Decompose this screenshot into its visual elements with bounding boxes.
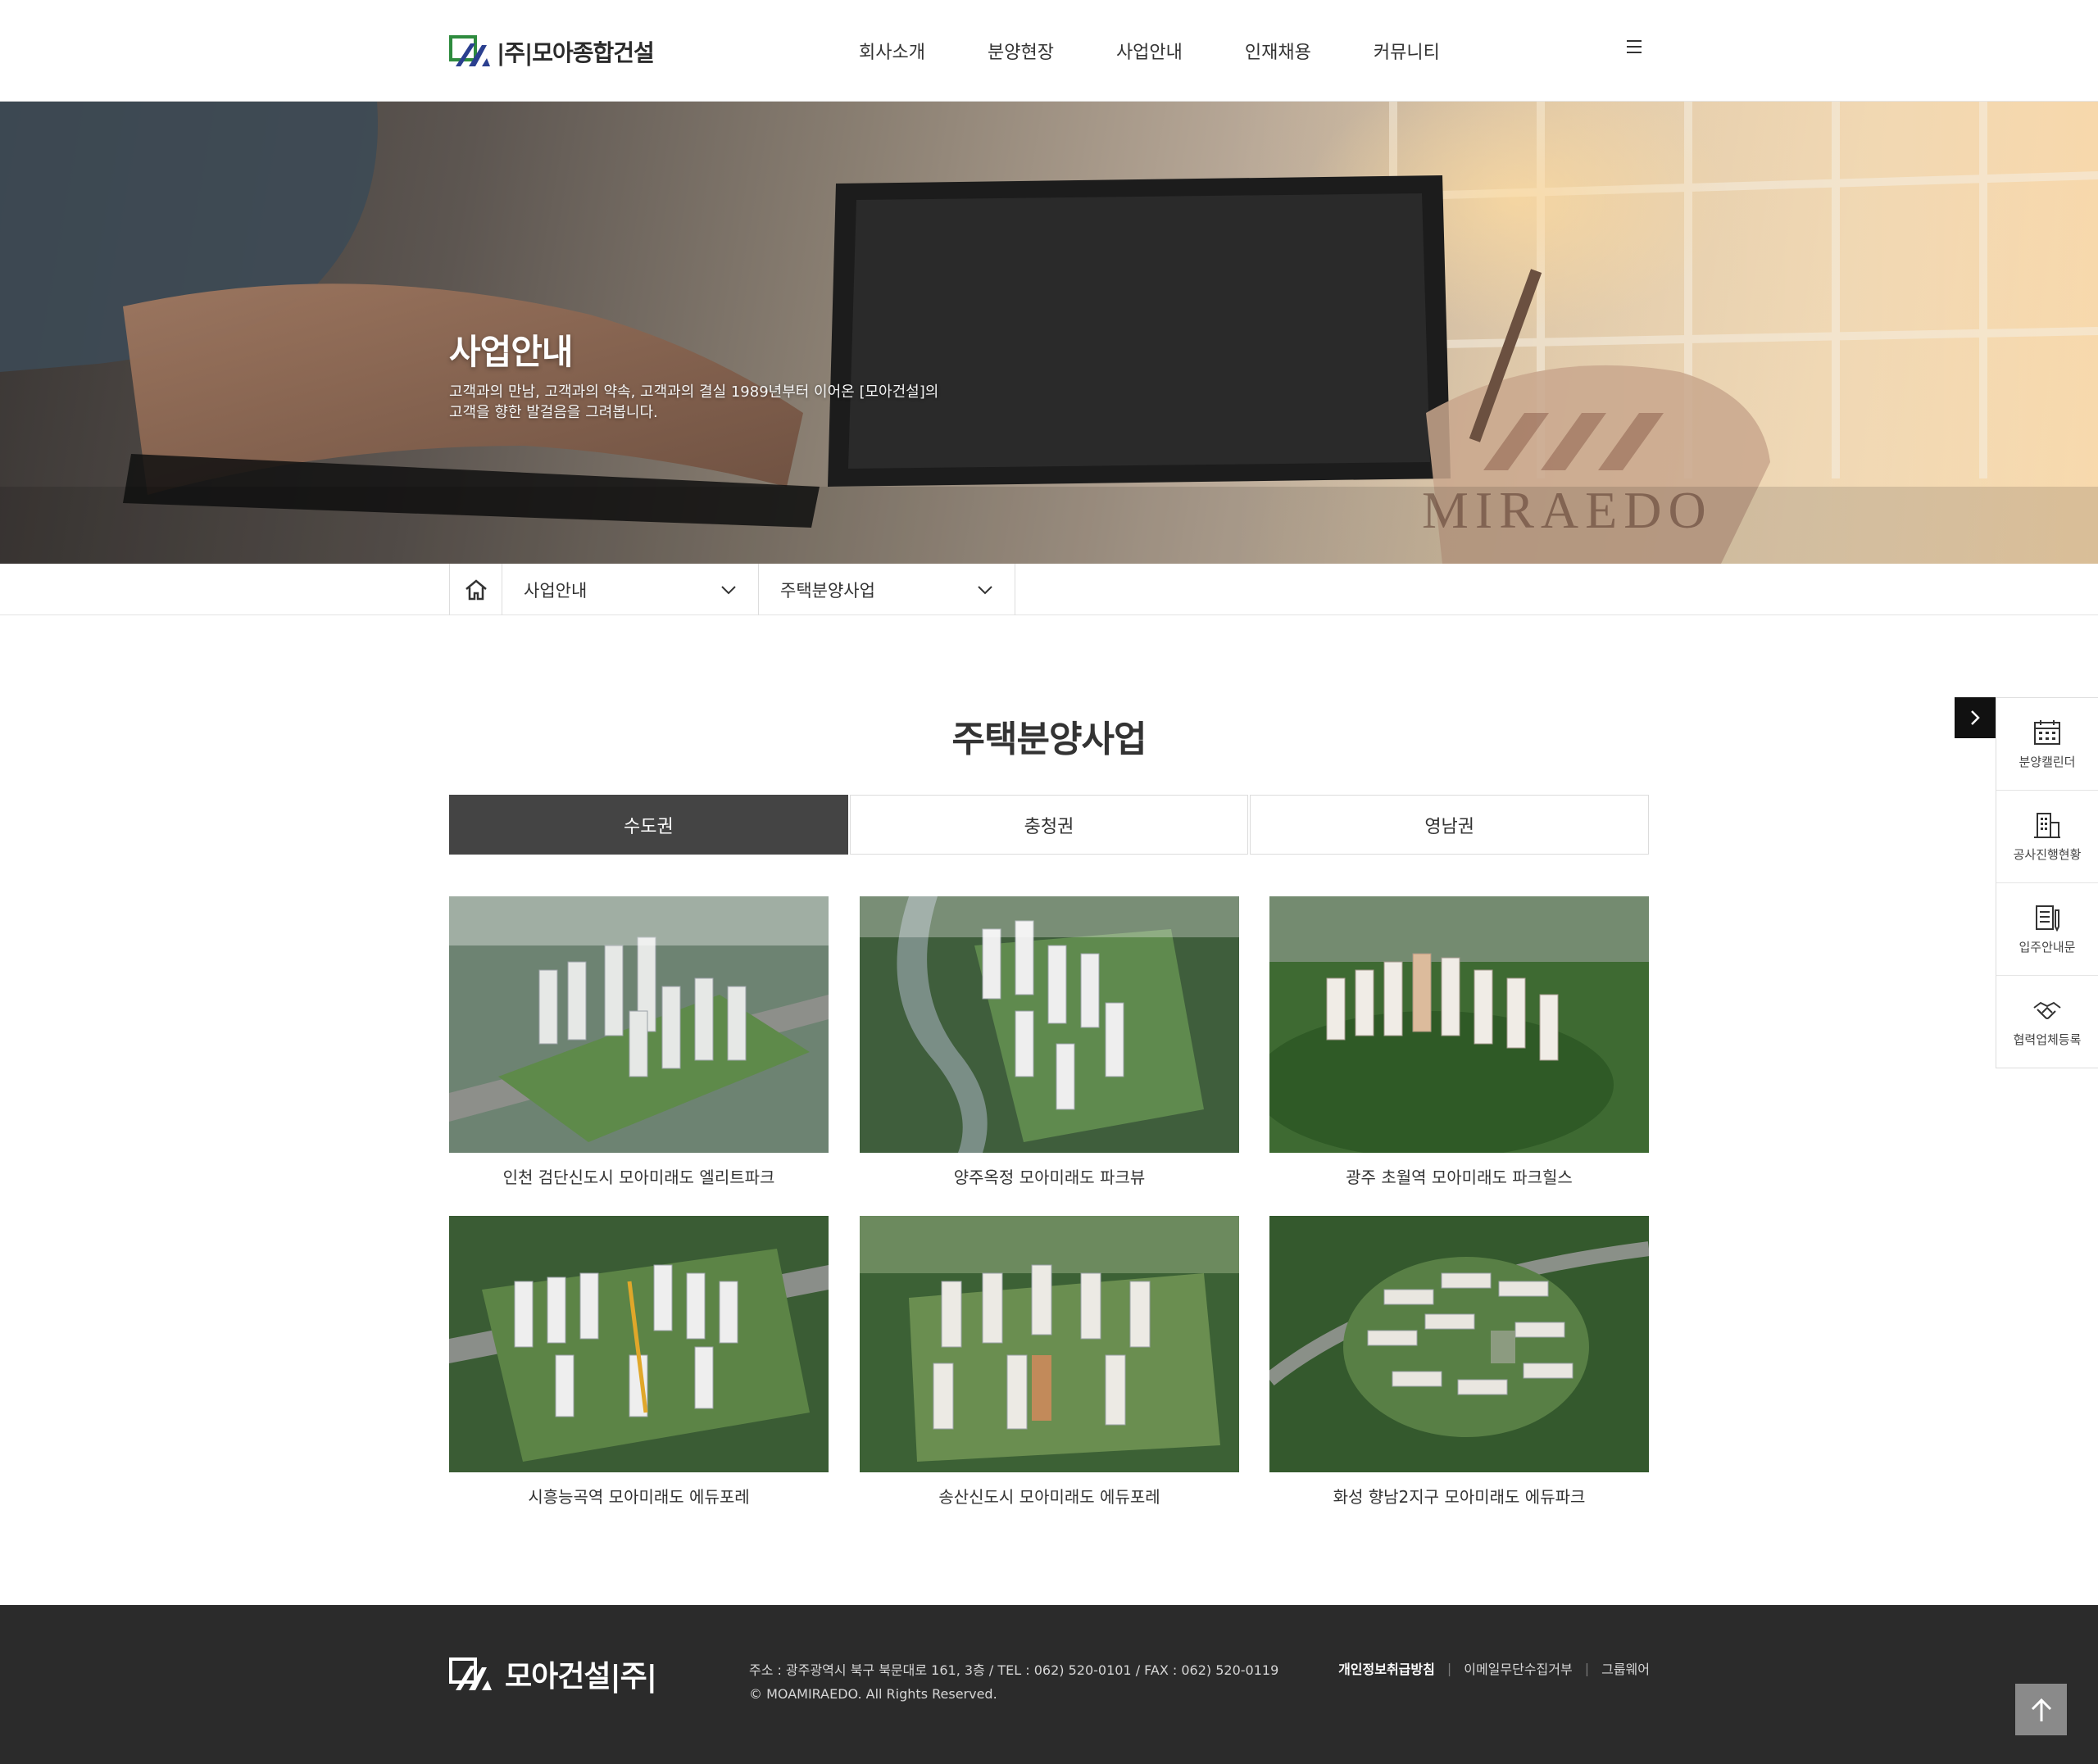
- tab-chungcheong[interactable]: 충청권: [849, 795, 1249, 855]
- project-thumbnail: [449, 1216, 829, 1472]
- logo-text: |주|모아종합건설: [497, 39, 655, 66]
- footer-copyright: © MOAMIRAEDO. All Rights Reserved.: [749, 1686, 997, 1702]
- hero-watermark-text: MIRAEDO: [1422, 481, 1713, 539]
- project-title: 화성 향남2지구 모아미래도 에듀파크: [1333, 1487, 1586, 1507]
- region-tabs: 수도권 충청권 영남권: [449, 795, 1650, 855]
- handshake-icon: [2033, 1001, 2061, 1019]
- footer-link-groupware[interactable]: 그룹웨어: [1601, 1658, 1650, 1678]
- quick-menu-toggle-button[interactable]: [1955, 697, 1996, 738]
- calendar-icon: [2034, 719, 2060, 745]
- chevron-right-icon: [1971, 710, 1980, 725]
- footer-logo-text: 모아건설|주|: [505, 1660, 657, 1694]
- footer-link-divider: |: [1446, 1660, 1452, 1676]
- project-title: 인천 검단신도시 모아미래도 엘리트파크: [502, 1168, 775, 1187]
- nav-item-business[interactable]: 사업안내: [1085, 38, 1214, 64]
- breadcrumb-depth2-label: 주택분양사업: [780, 580, 875, 601]
- chevron-down-icon: [721, 585, 736, 594]
- project-card[interactable]: 송산신도시 모아미래도 에듀포레: [860, 1216, 1239, 1508]
- hero-banner: MIRAEDO 사업안내 고객과의 만남, 고객과의 약속, 고객과의 결실 1…: [0, 102, 2098, 564]
- project-title: 송산신도시 모아미래도 에듀포레: [938, 1487, 1160, 1507]
- document-icon: [2036, 905, 2059, 932]
- hero-title: 사업안내: [449, 332, 574, 372]
- breadcrumb: 사업안내 주택분양사업: [0, 564, 2098, 615]
- site-footer: 모아건설|주| 주소 : 광주광역시 북구 북문대로 161, 3층 / TEL…: [0, 1605, 2098, 1764]
- quick-item-label: 협력업체등록: [2013, 1032, 2082, 1047]
- quick-item-label: 공사진행현황: [2013, 846, 2082, 862]
- arrow-up-icon: [2031, 1698, 2051, 1721]
- project-card[interactable]: 인천 검단신도시 모아미래도 엘리트파크: [449, 896, 829, 1188]
- home-icon: [465, 578, 487, 600]
- home-button[interactable]: [449, 564, 502, 615]
- footer-address: 주소 : 광주광역시 북구 북문대로 161, 3층 / TEL : 062) …: [749, 1662, 1279, 1678]
- quick-item-construction-status[interactable]: 공사진행현황: [1996, 791, 2098, 883]
- quick-item-partner-registration[interactable]: 협력업체등록: [1996, 976, 2098, 1068]
- quick-item-label: 분양캘린더: [2019, 754, 2076, 769]
- breadcrumb-depth2-select[interactable]: 주택분양사업: [759, 564, 1015, 615]
- footer-logo-mark-icon: [449, 1657, 492, 1690]
- project-card[interactable]: 광주 초월역 모아미래도 파크힐스: [1269, 896, 1649, 1188]
- footer-logo: 모아건설|주|: [449, 1653, 657, 1695]
- project-card[interactable]: 시흥능곡역 모아미래도 에듀포레: [449, 1216, 829, 1508]
- hero-description: 고객과의 만남, 고객과의 약속, 고객과의 결실 1989년부터 이어온 [모…: [449, 382, 974, 423]
- scroll-to-top-button[interactable]: [2015, 1684, 2067, 1735]
- site-header: |주|모아종합건설 회사소개 분양현장 사업안내 인재채용 커뮤니티: [0, 0, 2098, 102]
- breadcrumb-depth1-label: 사업안내: [524, 580, 588, 601]
- project-thumbnail: [1269, 896, 1649, 1153]
- quick-menu: 분양캘린더 공사진행현황 입주안내문 협력업체등록: [1996, 697, 2098, 1068]
- project-thumbnail: [449, 896, 829, 1153]
- logo-mark-icon: [449, 35, 490, 66]
- quick-item-label: 입주안내문: [2019, 939, 2076, 955]
- hero-background-image: MIRAEDO: [0, 102, 2098, 564]
- project-title: 시흥능곡역 모아미래도 에듀포레: [528, 1487, 750, 1507]
- project-card[interactable]: 화성 향남2지구 모아미래도 에듀파크: [1269, 1216, 1649, 1508]
- footer-link-divider: |: [1584, 1660, 1590, 1676]
- project-title: 광주 초월역 모아미래도 파크힐스: [1346, 1168, 1573, 1187]
- tab-capital-area[interactable]: 수도권: [449, 795, 848, 855]
- nav-item-sales-sites[interactable]: 분양현장: [956, 38, 1085, 64]
- main-nav: 회사소개 분양현장 사업안내 인재채용 커뮤니티: [828, 0, 1471, 102]
- footer-links: 개인정보취급방침 | 이메일무단수집거부 | 그룹웨어: [1322, 1658, 1650, 1678]
- tab-yeongnam[interactable]: 영남권: [1250, 795, 1650, 855]
- hero-desc-line2: 고객을 향한 발걸음을 그려봅니다.: [449, 404, 658, 421]
- chevron-down-icon: [978, 585, 992, 594]
- quick-item-sales-calendar[interactable]: 분양캘린더: [1996, 698, 2098, 791]
- hamburger-menu-icon[interactable]: [1627, 36, 1648, 57]
- project-thumbnail: [1269, 1216, 1649, 1472]
- project-thumbnail: [860, 1216, 1239, 1472]
- page-title: 주택분양사업: [951, 719, 1147, 760]
- nav-item-recruit[interactable]: 인재채용: [1214, 38, 1342, 64]
- quick-item-move-in-guide[interactable]: 입주안내문: [1996, 883, 2098, 976]
- project-thumbnail: [860, 896, 1239, 1153]
- footer-link-privacy[interactable]: 개인정보취급방침: [1338, 1658, 1435, 1678]
- nav-item-company[interactable]: 회사소개: [828, 38, 956, 64]
- nav-item-community[interactable]: 커뮤니티: [1342, 38, 1471, 64]
- project-title: 양주옥정 모아미래도 파크뷰: [953, 1168, 1146, 1187]
- breadcrumb-depth1-select[interactable]: 사업안내: [502, 564, 759, 615]
- site-logo[interactable]: |주|모아종합건설: [449, 33, 655, 70]
- footer-company-info: 주소 : 광주광역시 북구 북문대로 161, 3층 / TEL : 062) …: [749, 1658, 1278, 1706]
- building-icon: [2034, 812, 2060, 838]
- hero-desc-line1: 고객과의 만남, 고객과의 약속, 고객과의 결실 1989년부터 이어온 [모…: [449, 383, 939, 401]
- footer-link-email-refusal[interactable]: 이메일무단수집거부: [1464, 1658, 1572, 1678]
- project-card[interactable]: 양주옥정 모아미래도 파크뷰: [860, 896, 1239, 1188]
